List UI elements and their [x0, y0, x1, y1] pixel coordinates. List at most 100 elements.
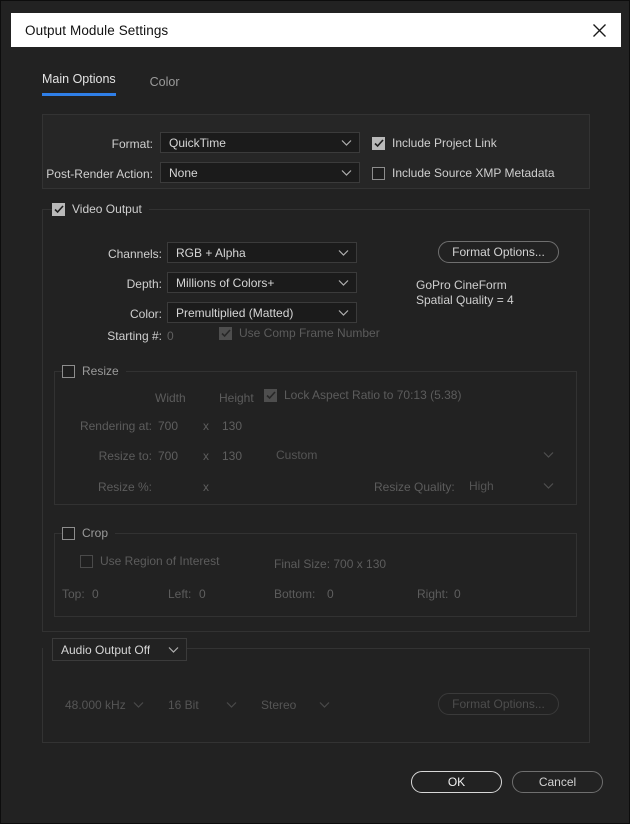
- cancel-button[interactable]: Cancel: [512, 771, 603, 793]
- use-comp-frame-number-checkbox: Use Comp Frame Number: [219, 326, 380, 340]
- color-label: Color:: [129, 307, 162, 321]
- crop-group: [54, 533, 577, 617]
- checkbox-box: [372, 166, 385, 180]
- audio-output-mode-dropdown[interactable]: Audio Output Off: [52, 638, 187, 661]
- resize-preset-dropdown: Custom: [267, 444, 562, 465]
- tab-color[interactable]: Color: [150, 75, 180, 96]
- chevron-down-icon: [338, 279, 349, 286]
- include-source-xmp-checkbox[interactable]: Include Source XMP Metadata: [372, 166, 555, 180]
- resize-percent-label: Resize %:: [97, 480, 152, 494]
- lock-aspect-ratio-label: Lock Aspect Ratio to 70:13 (5.38): [284, 388, 462, 402]
- resize-quality-value: High: [469, 478, 494, 493]
- resize-label: Resize: [82, 364, 119, 378]
- check-icon: [53, 204, 64, 213]
- checkbox-box: [80, 554, 93, 568]
- tab-main-options[interactable]: Main Options: [42, 72, 116, 96]
- title-bar: Output Module Settings: [11, 13, 621, 47]
- crop-left-label: Left:: [168, 587, 192, 601]
- audio-group-right-edge: [589, 648, 590, 743]
- x-separator: x: [203, 480, 209, 494]
- starting-number-value[interactable]: 0: [167, 329, 174, 343]
- starting-number-label: Starting #:: [107, 329, 162, 343]
- crop-left-value: 0: [199, 587, 206, 601]
- format-dropdown-value: QuickTime: [169, 135, 226, 150]
- resize-preset-value: Custom: [276, 447, 318, 462]
- settings-panel: Format: QuickTime Post-Render Action: No…: [42, 114, 590, 747]
- check-icon: [220, 328, 231, 337]
- crop-bottom-value: 0: [327, 587, 334, 601]
- resize-checkbox[interactable]: Resize: [62, 364, 126, 378]
- crop-label: Crop: [82, 526, 109, 540]
- channels-value: RGB + Alpha: [176, 245, 246, 260]
- resize-height-header: Height: [219, 391, 254, 405]
- resize-to-label: Resize to:: [98, 449, 152, 463]
- crop-checkbox[interactable]: Crop: [62, 526, 116, 540]
- checkbox-box: [62, 364, 75, 378]
- audio-group-left-edge: [42, 648, 43, 743]
- chevron-down-icon: [338, 249, 349, 256]
- chevron-down-icon: [543, 451, 554, 458]
- crop-top-label: Top:: [62, 587, 85, 601]
- checkbox-box: [219, 326, 232, 340]
- audio-output-mode-value: Audio Output Off: [61, 642, 151, 657]
- final-size-text: Final Size: 700 x 130: [274, 557, 387, 571]
- use-comp-frame-number-label: Use Comp Frame Number: [239, 326, 380, 340]
- audio-sample-rate-dropdown: 48.000 kHz: [56, 694, 152, 715]
- video-output-label: Video Output: [72, 202, 142, 216]
- format-group: Format: QuickTime Post-Render Action: No…: [42, 114, 590, 189]
- rendering-at-width: 700: [158, 419, 179, 433]
- color-value: Premultiplied (Matted): [176, 305, 294, 320]
- include-project-link-checkbox[interactable]: Include Project Link: [372, 136, 497, 150]
- format-label: Format:: [111, 137, 153, 151]
- close-icon[interactable]: [577, 13, 621, 47]
- chevron-down-icon: [338, 309, 349, 316]
- resize-to-height: 130: [222, 449, 243, 463]
- codec-quality: Spatial Quality = 4: [416, 293, 514, 307]
- depth-dropdown[interactable]: Millions of Colors+: [167, 272, 357, 293]
- audio-group-bottom-edge: [42, 742, 590, 743]
- rendering-at-label: Rendering at:: [79, 419, 152, 433]
- checkbox-box: [264, 388, 277, 402]
- check-icon: [265, 390, 276, 399]
- chevron-down-icon: [341, 139, 352, 146]
- include-source-xmp-label: Include Source XMP Metadata: [392, 166, 555, 180]
- x-separator: x: [203, 449, 209, 463]
- x-separator: x: [203, 419, 209, 433]
- ok-button[interactable]: OK: [411, 771, 502, 793]
- format-dropdown[interactable]: QuickTime: [160, 132, 360, 153]
- resize-quality-label: Resize Quality:: [374, 480, 455, 494]
- lock-aspect-ratio-checkbox: Lock Aspect Ratio to 70:13 (5.38): [264, 388, 461, 402]
- crop-right-value: 0: [454, 587, 461, 601]
- chevron-down-icon: [543, 482, 554, 489]
- depth-label: Depth:: [126, 277, 162, 291]
- checkbox-box: [62, 526, 75, 540]
- depth-value: Millions of Colors+: [176, 275, 275, 290]
- audio-group-divider: [122, 648, 590, 649]
- post-render-action-dropdown[interactable]: None: [160, 162, 360, 183]
- post-render-action-label: Post-Render Action:: [46, 167, 153, 181]
- resize-quality-dropdown: High: [460, 475, 562, 496]
- crop-right-label: Right:: [417, 587, 449, 601]
- post-render-action-value: None: [169, 165, 198, 180]
- audio-bit-depth-value: 16 Bit: [168, 697, 199, 712]
- output-module-settings-dialog: Output Module Settings Main Options Colo…: [0, 0, 630, 824]
- codec-name: GoPro CineForm: [416, 278, 507, 292]
- resize-width-header: Width: [155, 391, 186, 405]
- chevron-down-icon: [341, 169, 352, 176]
- audio-channels-dropdown: Stereo: [252, 694, 338, 715]
- rendering-at-height: 130: [222, 419, 243, 433]
- format-options-button[interactable]: Format Options...: [438, 241, 559, 263]
- checkbox-box: [372, 136, 385, 150]
- video-output-checkbox[interactable]: Video Output: [52, 202, 149, 216]
- chevron-down-icon: [168, 646, 179, 653]
- include-project-link-label: Include Project Link: [392, 136, 497, 150]
- color-dropdown[interactable]: Premultiplied (Matted): [167, 302, 357, 323]
- check-icon: [373, 138, 384, 147]
- channels-label: Channels:: [107, 247, 162, 261]
- tab-bar: Main Options Color: [42, 72, 180, 96]
- chevron-down-icon: [319, 701, 330, 708]
- audio-channels-value: Stereo: [261, 697, 297, 712]
- close-icon-glyph: [592, 23, 606, 37]
- audio-format-options-button: Format Options...: [438, 693, 559, 715]
- channels-dropdown[interactable]: RGB + Alpha: [167, 242, 357, 263]
